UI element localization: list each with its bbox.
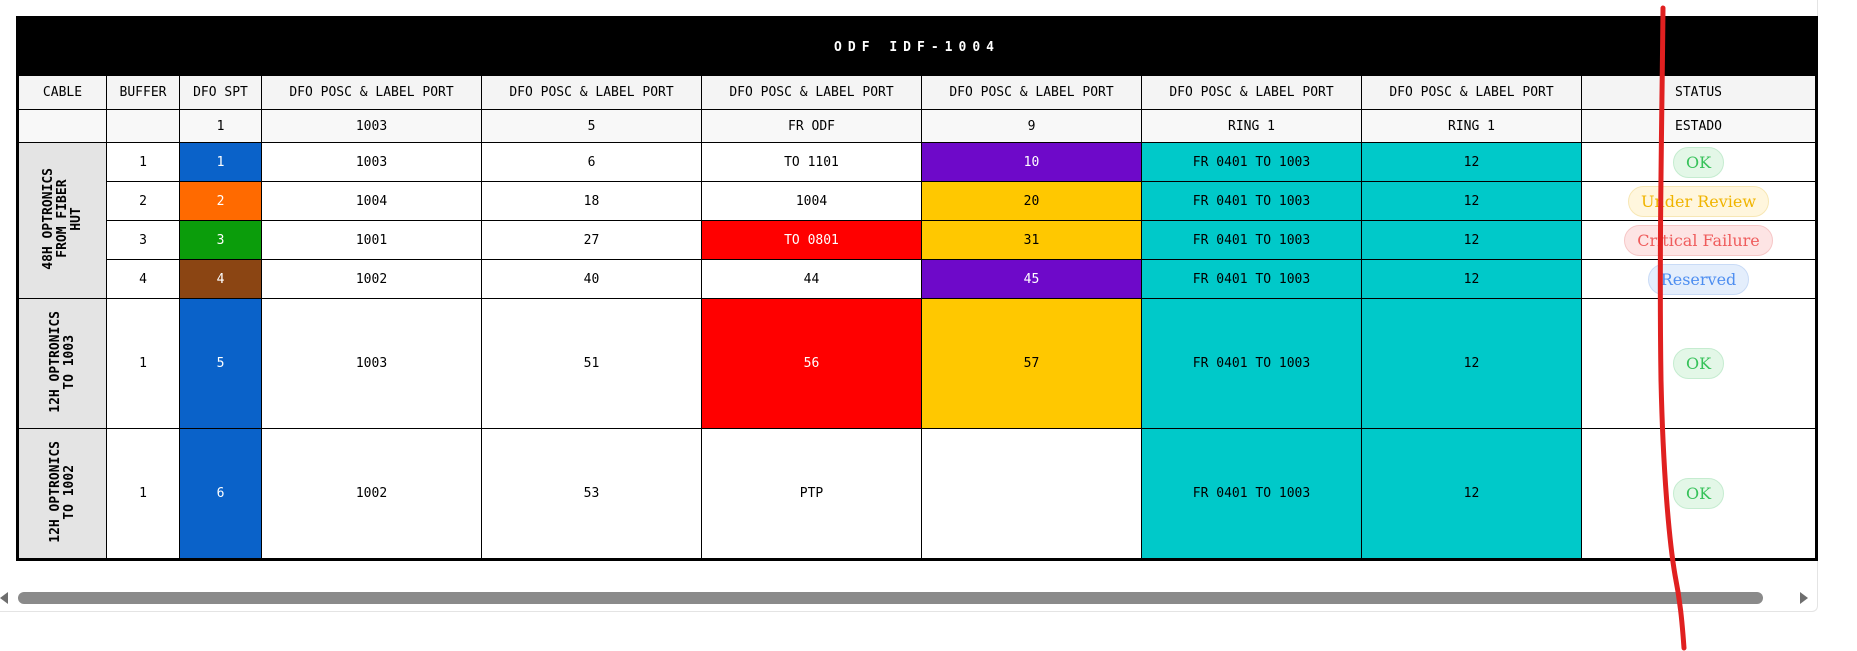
spt-cell: 1: [179, 142, 262, 182]
status-badge: Under Review: [1627, 185, 1770, 217]
header-port-1: DFO POSC & LABEL PORT: [261, 75, 482, 110]
port-cell: [921, 428, 1142, 560]
header-cable: CABLE: [17, 75, 107, 110]
subheader-cable: [17, 109, 107, 143]
port-cell: 1003: [261, 298, 482, 429]
buffer-cell: 2: [106, 181, 180, 221]
status-badge: OK: [1672, 478, 1725, 509]
status-cell: Reserved: [1580, 259, 1818, 299]
cable-label: 48H OPTRONICS FROM FIBER HUT: [40, 167, 84, 270]
port-cell: 53: [481, 428, 702, 560]
port-cell: 51: [481, 298, 702, 429]
horizontal-scrollbar[interactable]: [0, 589, 1817, 607]
header-port-2: DFO POSC & LABEL PORT: [481, 75, 702, 110]
header-port-6: DFO POSC & LABEL PORT: [1361, 75, 1582, 110]
status-badge: Critical Failure: [1624, 224, 1773, 256]
status-badge: OK: [1672, 348, 1725, 379]
subheader-port-4: 9: [921, 109, 1142, 143]
port-cell: 57: [921, 298, 1142, 429]
table-row: 2 2 1004 18 1004 20 FR 0401 TO 1003 12 U…: [18, 181, 1818, 221]
status-cell: OK: [1580, 428, 1818, 560]
port-cell: FR 0401 TO 1003: [1141, 220, 1362, 260]
subheader-port-6: RING 1: [1361, 109, 1582, 143]
header-port-4: DFO POSC & LABEL PORT: [921, 75, 1142, 110]
port-cell: 1004: [701, 181, 922, 221]
buffer-cell: 1: [106, 428, 180, 560]
port-cell: 31: [921, 220, 1142, 260]
port-cell: 20: [921, 181, 1142, 221]
port-cell: 12: [1361, 298, 1582, 429]
port-cell: 1004: [261, 181, 482, 221]
port-cell: 10: [921, 142, 1142, 182]
port-cell: TO 0801: [701, 220, 922, 260]
port-cell: 18: [481, 181, 702, 221]
subheader-buffer: [106, 109, 180, 143]
port-cell: 6: [481, 142, 702, 182]
table-title: ODF IDF-1004: [16, 17, 1818, 76]
port-cell: 1002: [261, 428, 482, 560]
header-port-5: DFO POSC & LABEL PORT: [1141, 75, 1362, 110]
port-cell: FR 0401 TO 1003: [1141, 259, 1362, 299]
status-cell: Under Review: [1580, 181, 1818, 221]
port-cell: 27: [481, 220, 702, 260]
port-cell: 56: [701, 298, 922, 429]
subheader-port-5: RING 1: [1141, 109, 1362, 143]
subheader-status: ESTADO: [1580, 109, 1818, 143]
subheader-port-3: FR ODF: [701, 109, 922, 143]
status-cell: Critical Failure: [1580, 220, 1818, 260]
subheader-dfo-spt: 1: [179, 109, 262, 143]
spt-cell: 6: [179, 428, 262, 560]
header-dfo-spt: DFO SPT: [179, 75, 262, 110]
spt-cell: 5: [179, 298, 262, 429]
port-cell: TO 1101: [701, 142, 922, 182]
table-row: 4 4 1002 40 44 45 FR 0401 TO 1003 12 Res…: [18, 259, 1818, 299]
cable-cell: 12H OPTRONICS TO 1002: [17, 428, 107, 560]
port-cell: 45: [921, 259, 1142, 299]
spt-cell: 3: [179, 220, 262, 260]
odf-table: ODF IDF-1004 CABLE BUFFER DFO SPT DFO PO…: [16, 16, 1819, 561]
port-cell: 12: [1361, 142, 1582, 182]
port-cell: FR 0401 TO 1003: [1141, 298, 1362, 429]
port-cell: 12: [1361, 428, 1582, 560]
spt-cell: 4: [179, 259, 262, 299]
port-cell: 12: [1361, 181, 1582, 221]
cable-label: 12H OPTRONICS TO 1003: [47, 310, 77, 413]
port-cell: 12: [1361, 220, 1582, 260]
cable-cell: 12H OPTRONICS TO 1003: [17, 298, 107, 429]
port-cell: FR 0401 TO 1003: [1141, 142, 1362, 182]
table-row: 3 3 1001 27 TO 0801 31 FR 0401 TO 1003 1…: [18, 220, 1818, 260]
table-row: 12H OPTRONICS TO 1002 1 6 1002 53 PTP FR…: [17, 428, 1818, 560]
cable-cell: 48H OPTRONICS FROM FIBER HUT: [17, 142, 107, 299]
port-cell: 1002: [261, 259, 482, 299]
port-cell: 44: [701, 259, 922, 299]
scrollbar-thumb[interactable]: [18, 592, 1763, 604]
buffer-cell: 3: [106, 220, 180, 260]
port-cell: 40: [481, 259, 702, 299]
subheader-port-2: 5: [481, 109, 702, 143]
status-cell: OK: [1580, 142, 1818, 182]
header-buffer: BUFFER: [106, 75, 180, 110]
table-row: 48H OPTRONICS FROM FIBER HUT 1 1 1003 6 …: [17, 142, 1818, 299]
status-badge: Reserved: [1647, 263, 1750, 295]
buffer-cell: 4: [106, 259, 180, 299]
port-cell: 1001: [261, 220, 482, 260]
port-cell: PTP: [701, 428, 922, 560]
triangle-left-icon[interactable]: [0, 592, 8, 604]
port-cell: FR 0401 TO 1003: [1141, 428, 1362, 560]
header-port-3: DFO POSC & LABEL PORT: [701, 75, 922, 110]
port-cell: 12: [1361, 259, 1582, 299]
buffer-cell: 1: [106, 142, 180, 182]
cable-label: 12H OPTRONICS TO 1002: [47, 440, 77, 543]
buffer-cell: 1: [106, 298, 180, 429]
triangle-right-icon[interactable]: [1800, 592, 1808, 604]
status-cell: OK: [1580, 298, 1818, 429]
port-cell: FR 0401 TO 1003: [1141, 181, 1362, 221]
spt-cell: 2: [179, 181, 262, 221]
table-row: 12H OPTRONICS TO 1003 1 5 1003 51 56 57 …: [17, 298, 1818, 429]
subheader-port-1: 1003: [261, 109, 482, 143]
port-cell: 1003: [261, 142, 482, 182]
header-status: STATUS: [1580, 75, 1818, 110]
status-badge: OK: [1672, 146, 1725, 178]
